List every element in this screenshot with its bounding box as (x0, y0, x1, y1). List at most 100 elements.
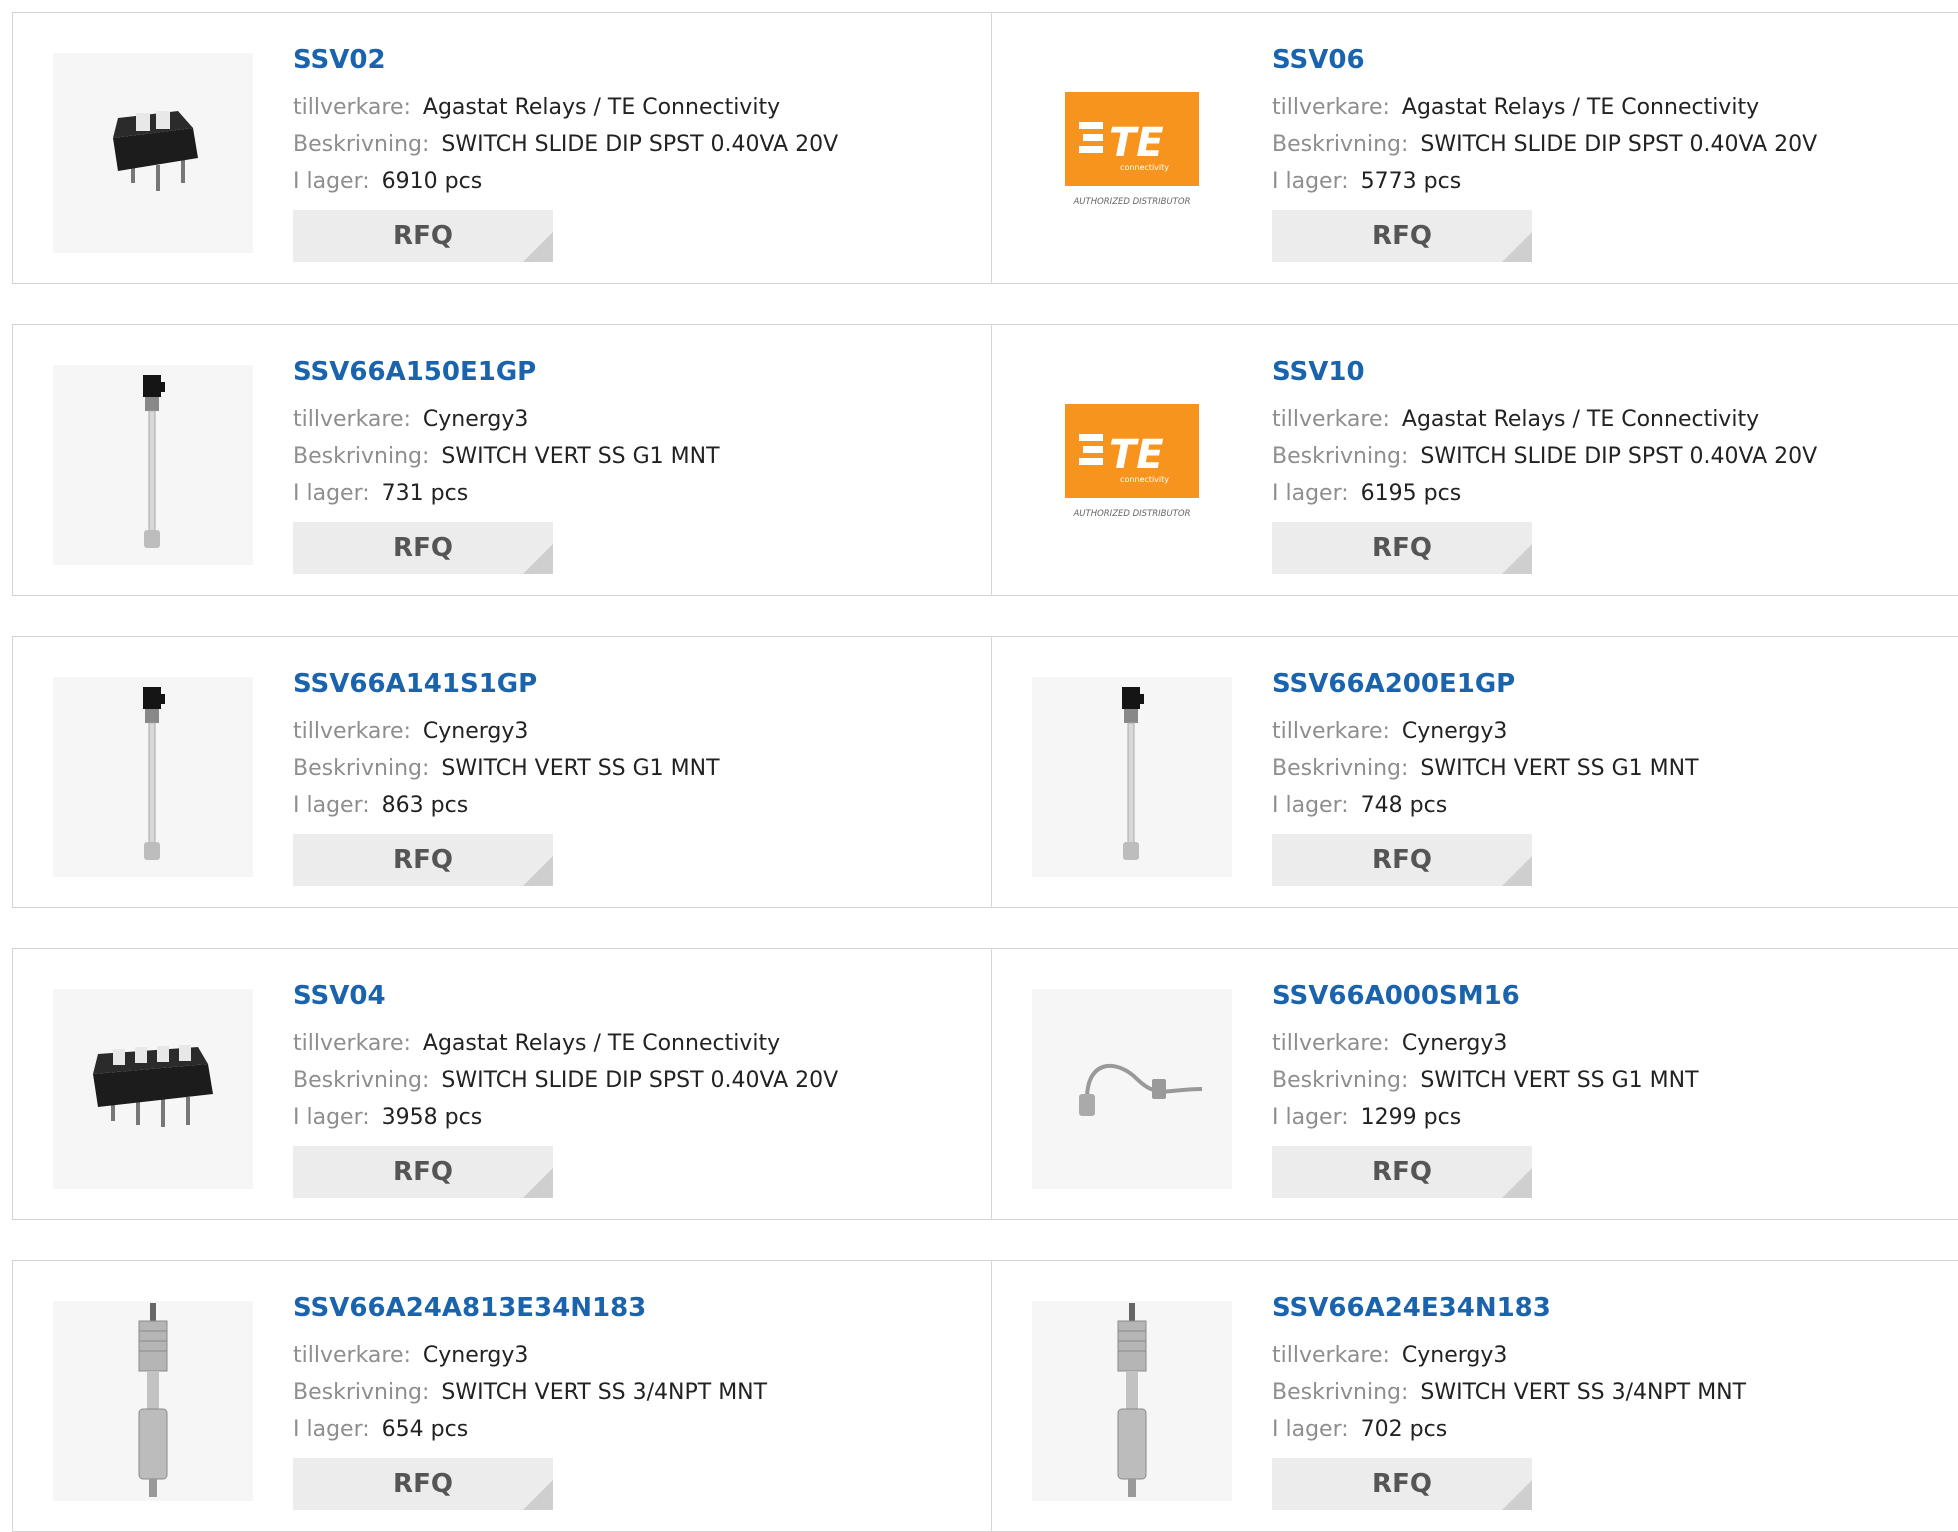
rfq-button[interactable]: RFQ (293, 1458, 553, 1510)
float-switch-icon (143, 687, 165, 860)
part-number-link[interactable]: SSV66A24A813E34N183 (293, 1291, 767, 1325)
rfq-label: RFQ (393, 221, 453, 251)
authorized-distributor-text: AUTHORIZED DISTRIBUTOR (1072, 197, 1190, 207)
manufacturer-value: Cynergy3 (1401, 1031, 1508, 1056)
stock-value: 6910 pcs (381, 169, 483, 194)
rfq-label: RFQ (1372, 1157, 1432, 1187)
stock-value: 3958 pcs (381, 1105, 483, 1130)
product-info: SSV02 tillverkare: Agastat Relays / TE Co… (293, 43, 838, 262)
product-image[interactable] (1032, 989, 1232, 1189)
manufacturer-label: tillverkare: (1272, 1343, 1390, 1368)
rfq-button[interactable]: RFQ (1272, 1146, 1532, 1198)
description-value: SWITCH VERT SS G1 MNT (441, 444, 720, 469)
part-number-link[interactable]: SSV06 (1272, 43, 1817, 77)
product-image[interactable] (53, 365, 253, 565)
product-image[interactable] (1032, 677, 1232, 877)
part-number-link[interactable]: SSV66A141S1GP (293, 667, 720, 701)
description-line: Beskrivning: SWITCH SLIDE DIP SPST 0.40VA… (1272, 126, 1817, 163)
part-number-link[interactable]: SSV10 (1272, 355, 1817, 389)
rfq-button[interactable]: RFQ (1272, 834, 1532, 886)
stock-line: I lager: 654 pcs (293, 1411, 767, 1448)
rfq-label: RFQ (1372, 533, 1432, 563)
rfq-button[interactable]: RFQ (293, 210, 553, 262)
product-info: SSV66A141S1GP tillverkare: Cynergy3 Beskr… (293, 667, 720, 886)
product-list: SSV02 tillverkare: Agastat Relays / TE Co… (0, 0, 1958, 1532)
stock-label: I lager: (293, 793, 370, 818)
part-number-link[interactable]: SSV66A000SM16 (1272, 979, 1699, 1013)
description-line: Beskrivning: SWITCH SLIDE DIP SPST 0.40VA… (293, 1062, 838, 1099)
product-image[interactable] (53, 677, 253, 877)
product-info: SSV66A24E34N183 tillverkare: Cynergy3 Bes… (1272, 1291, 1746, 1510)
rfq-label: RFQ (393, 1157, 453, 1187)
stock-value: 1299 pcs (1360, 1105, 1462, 1130)
product-card: SSV66A24A813E34N183 tillverkare: Cynergy3… (13, 1261, 991, 1531)
rfq-button[interactable]: RFQ (1272, 522, 1532, 574)
description-line: Beskrivning: SWITCH VERT SS G1 MNT (293, 750, 720, 787)
product-row: SSV02 tillverkare: Agastat Relays / TE Co… (12, 12, 1958, 284)
dip-switch-icon (113, 111, 198, 191)
description-line: Beskrivning: SWITCH VERT SS G1 MNT (1272, 750, 1699, 787)
product-card: SSV04 tillverkare: Agastat Relays / TE Co… (13, 949, 991, 1219)
product-image[interactable]: TE connectivity AUTHORIZED DISTRIBUTOR (1032, 53, 1232, 253)
manufacturer-line: tillverkare: Agastat Relays / TE Connecti… (293, 1025, 838, 1062)
rfq-button[interactable]: RFQ (1272, 210, 1532, 262)
product-info: SSV10 tillverkare: Agastat Relays / TE Co… (1272, 355, 1817, 574)
part-number-link[interactable]: SSV66A24E34N183 (1272, 1291, 1746, 1325)
logo-te-text: TE (1109, 120, 1164, 166)
product-info: SSV66A000SM16 tillverkare: Cynergy3 Beskr… (1272, 979, 1699, 1198)
rfq-button[interactable]: RFQ (293, 834, 553, 886)
stock-value: 863 pcs (381, 793, 469, 818)
dip-switch-icon (93, 1045, 213, 1127)
manufacturer-line: tillverkare: Cynergy3 (1272, 713, 1699, 750)
description-line: Beskrivning: SWITCH VERT SS G1 MNT (1272, 1062, 1699, 1099)
description-value: SWITCH VERT SS G1 MNT (1420, 1068, 1699, 1093)
corner-triangle-icon (523, 1168, 553, 1198)
product-card: SSV02 tillverkare: Agastat Relays / TE Co… (13, 13, 991, 283)
description-value: SWITCH VERT SS G1 MNT (1420, 756, 1699, 781)
rfq-button[interactable]: RFQ (1272, 1458, 1532, 1510)
rfq-button[interactable]: RFQ (293, 522, 553, 574)
product-card: SSV66A24E34N183 tillverkare: Cynergy3 Bes… (991, 1261, 1958, 1531)
corner-triangle-icon (523, 232, 553, 262)
description-value: SWITCH VERT SS G1 MNT (441, 756, 720, 781)
stock-line: I lager: 5773 pcs (1272, 163, 1817, 200)
corner-triangle-icon (1502, 1168, 1532, 1198)
manufacturer-value: Agastat Relays / TE Connectivity (1401, 407, 1760, 432)
manufacturer-line: tillverkare: Cynergy3 (293, 1337, 767, 1374)
product-image[interactable] (53, 989, 253, 1189)
corner-triangle-icon (1502, 232, 1532, 262)
product-card: TE connectivity AUTHORIZED DISTRIBUTOR S… (991, 325, 1958, 595)
rfq-button[interactable]: RFQ (293, 1146, 553, 1198)
product-card: SSV66A150E1GP tillverkare: Cynergy3 Beskr… (13, 325, 991, 595)
te-connectivity-logo: TE connectivity AUTHORIZED DISTRIBUTOR (1065, 92, 1199, 207)
manufacturer-value: Cynergy3 (422, 719, 529, 744)
float-switch-icon (1117, 1303, 1147, 1497)
manufacturer-label: tillverkare: (1272, 95, 1390, 120)
part-number-link[interactable]: SSV66A200E1GP (1272, 667, 1699, 701)
product-image[interactable] (1032, 1301, 1232, 1501)
stock-value: 702 pcs (1360, 1417, 1448, 1442)
product-card: SSV66A200E1GP tillverkare: Cynergy3 Beskr… (991, 637, 1958, 907)
product-row: SSV66A141S1GP tillverkare: Cynergy3 Beskr… (12, 636, 1958, 908)
description-value: SWITCH SLIDE DIP SPST 0.40VA 20V (441, 1068, 839, 1093)
stock-label: I lager: (1272, 793, 1349, 818)
product-row: SSV66A24A813E34N183 tillverkare: Cynergy3… (12, 1260, 1958, 1532)
description-label: Beskrivning: (1272, 1380, 1409, 1405)
te-connectivity-logo: TE connectivity AUTHORIZED DISTRIBUTOR (1065, 404, 1199, 519)
product-info: SSV66A150E1GP tillverkare: Cynergy3 Beskr… (293, 355, 720, 574)
rfq-label: RFQ (1372, 221, 1432, 251)
manufacturer-value: Cynergy3 (1401, 1343, 1508, 1368)
product-image[interactable] (53, 1301, 253, 1501)
stock-label: I lager: (293, 169, 370, 194)
product-image[interactable]: TE connectivity AUTHORIZED DISTRIBUTOR (1032, 365, 1232, 565)
product-row: SSV66A150E1GP tillverkare: Cynergy3 Beskr… (12, 324, 1958, 596)
manufacturer-label: tillverkare: (293, 1343, 411, 1368)
part-number-link[interactable]: SSV04 (293, 979, 838, 1013)
rfq-label: RFQ (393, 845, 453, 875)
part-number-link[interactable]: SSV66A150E1GP (293, 355, 720, 389)
part-number-link[interactable]: SSV02 (293, 43, 838, 77)
manufacturer-label: tillverkare: (1272, 719, 1390, 744)
manufacturer-line: tillverkare: Agastat Relays / TE Connecti… (1272, 401, 1817, 438)
product-image[interactable] (53, 53, 253, 253)
description-label: Beskrivning: (1272, 132, 1409, 157)
